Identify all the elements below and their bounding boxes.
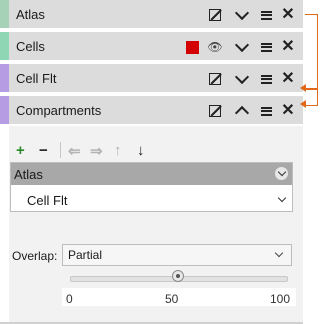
menu-icon[interactable]	[258, 0, 274, 30]
menu-icon[interactable]	[258, 64, 274, 94]
close-icon[interactable]: ✕	[280, 96, 296, 126]
add-icon[interactable]: +	[16, 142, 25, 159]
slider-scale	[62, 288, 296, 306]
chevron-down-icon	[274, 248, 284, 258]
overlap-slider-thumb[interactable]	[172, 270, 184, 282]
layer-color-bar	[0, 64, 9, 92]
eye-icon[interactable]: 👁	[206, 32, 224, 62]
close-icon[interactable]: ✕	[280, 0, 296, 30]
layer-title: Compartments	[16, 103, 102, 118]
layer-row-cells[interactable]: Cells 👁 ✕	[0, 32, 303, 62]
overlap-select[interactable]: Partial	[62, 244, 292, 266]
layer-row-cell-flt[interactable]: Cell Flt ✕	[0, 64, 303, 94]
connector-arrow-icon	[300, 84, 306, 92]
edit-icon[interactable]	[206, 0, 224, 30]
move-right-icon[interactable]: ⇒	[90, 142, 103, 160]
compartment-list[interactable]: Atlas Cell Flt	[10, 162, 293, 212]
list-header-label: Atlas	[14, 167, 43, 182]
layer-row-atlas[interactable]: Atlas ✕	[0, 0, 303, 30]
layer-title: Atlas	[16, 7, 45, 22]
layer-color-bar	[0, 0, 9, 28]
chevron-down-icon[interactable]	[234, 0, 250, 30]
chevron-up-icon[interactable]	[234, 96, 250, 126]
list-header[interactable]: Atlas	[11, 163, 292, 185]
toolbar-divider	[60, 142, 61, 158]
edit-icon[interactable]	[206, 64, 224, 94]
layer-color-bar	[0, 96, 9, 124]
layer-title: Cell Flt	[16, 71, 57, 86]
list-item[interactable]: Cell Flt	[27, 193, 67, 208]
chevron-down-icon[interactable]	[234, 64, 250, 94]
remove-icon[interactable]: −	[39, 142, 48, 159]
overlap-value: Partial	[68, 248, 103, 262]
collapse-group-icon[interactable]	[275, 167, 288, 180]
close-icon[interactable]: ✕	[280, 32, 296, 62]
connector-arrow-icon	[300, 100, 306, 108]
move-down-icon[interactable]: ↓	[137, 142, 145, 159]
layer-color-bar	[0, 32, 9, 60]
move-up-icon[interactable]: ↑	[114, 142, 122, 159]
group-connector-inner	[305, 88, 318, 106]
slider-min-label: 0	[66, 292, 73, 306]
layer-row-compartments[interactable]: Compartments ✕	[0, 96, 303, 126]
group-connector-outer	[305, 14, 318, 90]
color-swatch[interactable]	[184, 32, 200, 62]
edit-icon[interactable]	[206, 96, 224, 126]
move-left-icon[interactable]: ⇐	[68, 142, 81, 160]
slider-max-label: 100	[270, 292, 291, 306]
overlap-label: Overlap:	[12, 249, 58, 263]
menu-icon[interactable]	[258, 96, 274, 126]
chevron-down-icon[interactable]	[275, 193, 288, 206]
chevron-down-icon[interactable]	[234, 32, 250, 62]
menu-icon[interactable]	[258, 32, 274, 62]
panel-side-bar	[0, 126, 9, 324]
slider-mid-label: 50	[165, 292, 179, 306]
close-icon[interactable]: ✕	[280, 64, 296, 94]
layer-title: Cells	[16, 39, 45, 54]
